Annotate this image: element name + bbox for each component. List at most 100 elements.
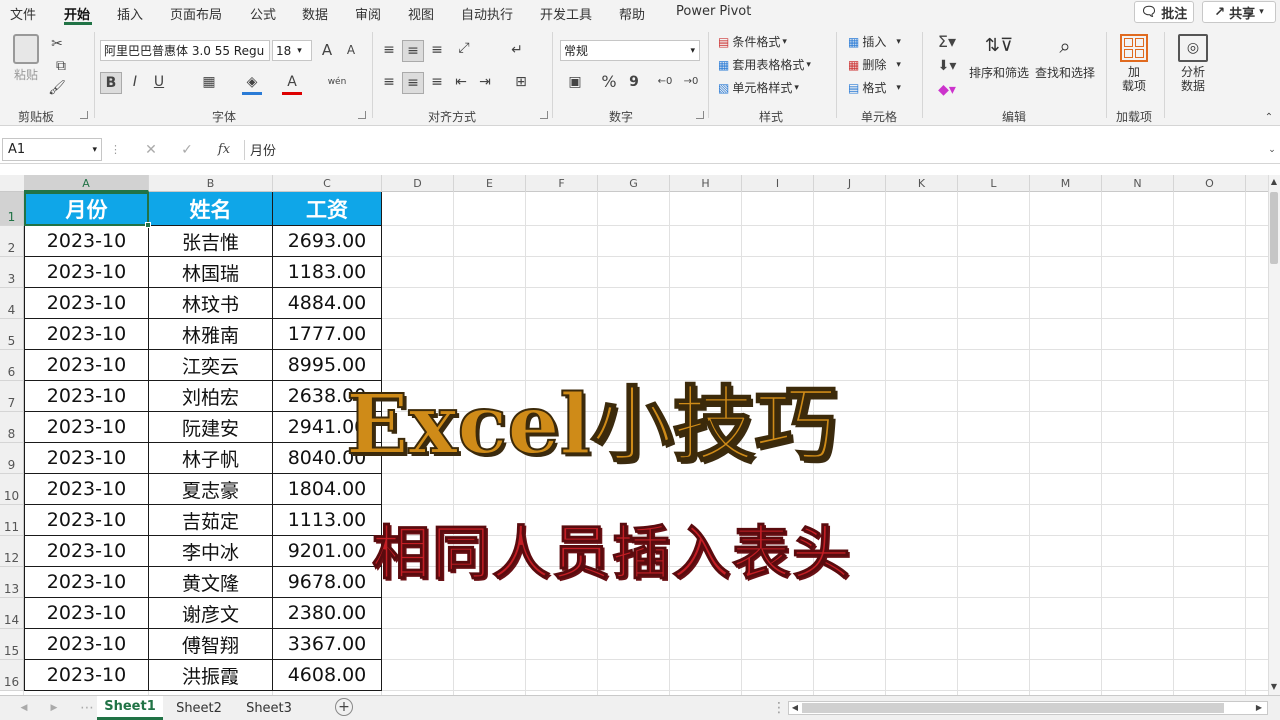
more-sheets-icon[interactable]: ⋯	[80, 698, 94, 718]
table-cell[interactable]: 9678.00	[273, 567, 382, 598]
menu-item-3[interactable]: 页面布局	[170, 4, 222, 23]
column-header-I[interactable]: I	[742, 175, 814, 192]
table-cell[interactable]: 2023-10	[24, 567, 149, 598]
number-launcher[interactable]	[696, 111, 704, 119]
align-middle-icon[interactable]: ≡	[402, 40, 424, 62]
table-cell[interactable]: 2023-10	[24, 629, 149, 660]
formula-input[interactable]: 月份	[250, 140, 276, 159]
column-header-J[interactable]: J	[814, 175, 886, 192]
sheet-tab-2[interactable]: Sheet2	[165, 696, 233, 720]
column-header-B[interactable]: B	[149, 175, 273, 192]
table-cell[interactable]: 江奕云	[149, 350, 273, 381]
format-painter-icon[interactable]: 🖌	[48, 78, 66, 98]
column-header-G[interactable]: G	[598, 175, 670, 192]
menu-item-11[interactable]: Power Pivot	[676, 4, 751, 19]
row-header-11[interactable]: 11	[0, 505, 24, 536]
clear-icon[interactable]: ◆▾	[932, 80, 962, 100]
font-color-button[interactable]: A	[282, 72, 302, 95]
align-right-icon[interactable]: ≡	[428, 72, 446, 92]
underline-button[interactable]: U	[150, 72, 168, 92]
align-center-icon[interactable]: ≡	[402, 72, 424, 94]
row-header-3[interactable]: 3	[0, 257, 24, 288]
column-header-L[interactable]: L	[958, 175, 1030, 192]
share-button[interactable]: ↗ 共享 ▾	[1202, 1, 1276, 23]
table-cell[interactable]: 2023-10	[24, 350, 149, 381]
insert-function-button[interactable]: fx	[214, 140, 234, 160]
table-cell[interactable]: 2023-10	[24, 226, 149, 257]
row-header-14[interactable]: 14	[0, 598, 24, 629]
table-cell[interactable]: 林子帆	[149, 443, 273, 474]
header-cell[interactable]: 工资	[273, 192, 382, 226]
menu-item-5[interactable]: 数据	[302, 4, 328, 23]
sheet-tab-3[interactable]: Sheet3	[235, 696, 303, 720]
column-header-H[interactable]: H	[670, 175, 742, 192]
header-cell[interactable]: 月份	[24, 192, 149, 226]
menu-item-0[interactable]: 文件	[10, 4, 36, 23]
orientation-icon[interactable]: ⤢	[452, 38, 476, 58]
row-header-15[interactable]: 15	[0, 629, 24, 660]
column-header-A[interactable]: A	[24, 175, 149, 192]
column-header-F[interactable]: F	[526, 175, 598, 192]
table-cell[interactable]: 傅智翔	[149, 629, 273, 660]
font-size-select[interactable]: 18 ▾	[272, 40, 312, 61]
next-sheet-icon[interactable]: ▶	[48, 698, 60, 718]
table-cell[interactable]: 2023-10	[24, 660, 149, 691]
addins-button[interactable]: 加 载项	[1114, 34, 1154, 93]
row-header-12[interactable]: 12	[0, 536, 24, 567]
column-header-D[interactable]: D	[382, 175, 454, 192]
name-box[interactable]: A1 ▾	[2, 138, 102, 161]
merge-center-icon[interactable]: ⊞	[508, 72, 534, 92]
table-cell[interactable]: 李中冰	[149, 536, 273, 567]
vertical-scroll-thumb[interactable]	[1270, 192, 1278, 264]
cut-icon[interactable]: ✂	[48, 34, 66, 54]
fill-handle[interactable]	[145, 222, 151, 228]
border-icon[interactable]: ▦	[196, 72, 222, 92]
format-as-table-button[interactable]: ▦ 套用表格格式 ▾	[718, 56, 811, 73]
currency-icon[interactable]: ▣	[562, 72, 588, 92]
font-launcher[interactable]	[358, 111, 366, 119]
table-cell[interactable]: 张吉惟	[149, 226, 273, 257]
table-cell[interactable]: 刘柏宏	[149, 381, 273, 412]
format-cells-button[interactable]: ▤ 格式 ▾	[848, 79, 901, 96]
menu-item-9[interactable]: 开发工具	[540, 4, 592, 23]
comment-button[interactable]: 🗨 批注	[1134, 1, 1194, 23]
row-header-10[interactable]: 10	[0, 474, 24, 505]
cancel-icon[interactable]: ✕	[142, 140, 160, 160]
row-header-16[interactable]: 16	[0, 660, 24, 691]
row-header-7[interactable]: 7	[0, 381, 24, 412]
scroll-down-icon[interactable]: ▼	[1268, 680, 1280, 694]
header-cell[interactable]: 姓名	[149, 192, 273, 226]
align-top-icon[interactable]: ≡	[380, 40, 398, 60]
table-cell[interactable]: 1777.00	[273, 319, 382, 350]
scroll-up-icon[interactable]: ▲	[1268, 175, 1280, 189]
sort-filter-button[interactable]: ⇅⊽ 排序和筛选	[966, 34, 1032, 80]
decrease-indent-icon[interactable]: ⇤	[452, 72, 470, 92]
table-cell[interactable]: 2023-10	[24, 536, 149, 567]
table-cell[interactable]: 林国瑞	[149, 257, 273, 288]
insert-cells-button[interactable]: ▦ 插入 ▾	[848, 33, 901, 50]
table-cell[interactable]: 阮建安	[149, 412, 273, 443]
paste-button[interactable]: 粘贴	[8, 34, 44, 82]
menu-item-4[interactable]: 公式	[250, 4, 276, 23]
table-cell[interactable]: 1113.00	[273, 505, 382, 536]
table-cell[interactable]: 4884.00	[273, 288, 382, 319]
row-header-4[interactable]: 4	[0, 288, 24, 319]
row-header-8[interactable]: 8	[0, 412, 24, 443]
add-sheet-icon[interactable]: +	[335, 698, 353, 716]
percent-button[interactable]: %	[600, 72, 618, 92]
table-cell[interactable]: 林雅南	[149, 319, 273, 350]
table-cell[interactable]: 4608.00	[273, 660, 382, 691]
increase-decimal-icon[interactable]: ←0	[654, 72, 676, 92]
analyze-data-button[interactable]: ◎ 分析 数据	[1170, 34, 1216, 93]
table-cell[interactable]: 1183.00	[273, 257, 382, 288]
italic-button[interactable]: I	[126, 72, 144, 92]
column-header-C[interactable]: C	[273, 175, 382, 192]
table-cell[interactable]: 2023-10	[24, 598, 149, 629]
autosum-icon[interactable]: Σ▾	[932, 32, 962, 52]
table-cell[interactable]: 2693.00	[273, 226, 382, 257]
menu-item-2[interactable]: 插入	[117, 4, 143, 23]
table-cell[interactable]: 9201.00	[273, 536, 382, 567]
scroll-right-icon[interactable]: ▶	[1254, 702, 1264, 714]
row-header-6[interactable]: 6	[0, 350, 24, 381]
align-bottom-icon[interactable]: ≡	[428, 40, 446, 60]
